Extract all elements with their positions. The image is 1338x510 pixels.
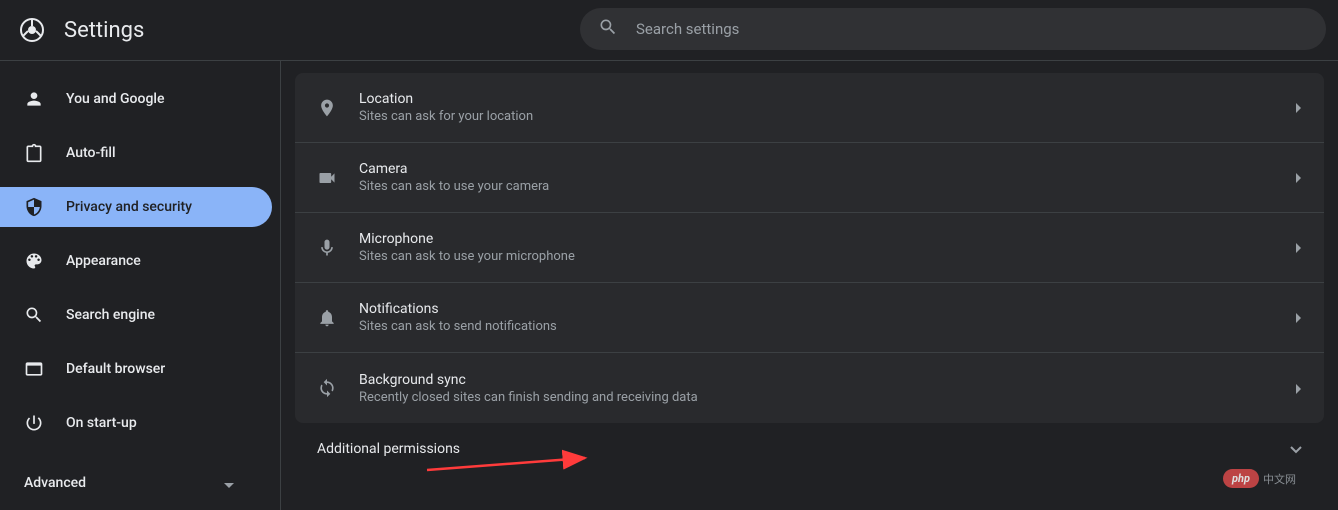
- permission-title: Camera: [359, 161, 1296, 177]
- chrome-icon: [20, 18, 44, 42]
- permission-title: Microphone: [359, 231, 1296, 247]
- sync-icon: [317, 378, 337, 398]
- watermark-pill: php: [1223, 469, 1259, 488]
- location-icon: [317, 98, 337, 118]
- permission-title: Background sync: [359, 372, 1296, 388]
- permission-text: Location Sites can ask for your location: [359, 91, 1296, 124]
- browser-icon: [24, 359, 44, 379]
- additional-permissions-toggle[interactable]: Additional permissions: [295, 423, 1324, 474]
- shield-icon: [24, 197, 44, 217]
- permission-title: Location: [359, 91, 1296, 107]
- header: Settings: [0, 0, 1338, 61]
- sidebar: You and Google Auto-fill Privacy and sec…: [0, 61, 280, 510]
- microphone-icon: [317, 238, 337, 258]
- chevron-right-icon: [1296, 379, 1302, 398]
- permission-desc: Sites can ask to use your camera: [359, 179, 1296, 194]
- chevron-right-icon: [1296, 308, 1302, 327]
- permission-row-location[interactable]: Location Sites can ask for your location: [295, 73, 1324, 143]
- permission-desc: Sites can ask to use your microphone: [359, 249, 1296, 264]
- permission-row-camera[interactable]: Camera Sites can ask to use your camera: [295, 143, 1324, 213]
- sidebar-item-label: You and Google: [66, 91, 164, 107]
- sidebar-item-label: Privacy and security: [66, 199, 192, 215]
- permission-text: Notifications Sites can ask to send noti…: [359, 301, 1296, 334]
- bell-icon: [317, 308, 337, 328]
- sidebar-item-appearance[interactable]: Appearance: [0, 241, 272, 281]
- chevron-right-icon: [1296, 98, 1302, 117]
- chevron-right-icon: [1296, 168, 1302, 187]
- search-icon: [598, 17, 636, 41]
- permission-text: Background sync Recently closed sites ca…: [359, 372, 1296, 405]
- palette-icon: [24, 251, 44, 271]
- sidebar-item-label: On start-up: [66, 415, 137, 431]
- page-title: Settings: [64, 18, 144, 43]
- sidebar-item-label: Search engine: [66, 307, 155, 323]
- permission-text: Microphone Sites can ask to use your mic…: [359, 231, 1296, 264]
- chevron-down-icon: [224, 474, 234, 493]
- search-bar[interactable]: [580, 8, 1326, 50]
- content-area: Location Sites can ask for your location…: [280, 61, 1338, 510]
- sidebar-item-on-startup[interactable]: On start-up: [0, 403, 272, 443]
- permission-text: Camera Sites can ask to use your camera: [359, 161, 1296, 194]
- sidebar-item-search-engine[interactable]: Search engine: [0, 295, 272, 335]
- permission-desc: Sites can ask for your location: [359, 109, 1296, 124]
- permissions-panel: Location Sites can ask for your location…: [295, 73, 1324, 423]
- sidebar-item-autofill[interactable]: Auto-fill: [0, 133, 272, 173]
- advanced-label: Advanced: [24, 475, 86, 491]
- clipboard-icon: [24, 143, 44, 163]
- watermark-text: 中文网: [1263, 471, 1296, 487]
- search-input[interactable]: [636, 20, 1308, 38]
- sidebar-item-privacy-security[interactable]: Privacy and security: [0, 187, 272, 227]
- sidebar-item-default-browser[interactable]: Default browser: [0, 349, 272, 389]
- permission-row-microphone[interactable]: Microphone Sites can ask to use your mic…: [295, 213, 1324, 283]
- permission-row-background-sync[interactable]: Background sync Recently closed sites ca…: [295, 353, 1324, 423]
- permission-title: Notifications: [359, 301, 1296, 317]
- camera-icon: [317, 168, 337, 188]
- sidebar-item-you-and-google[interactable]: You and Google: [0, 79, 272, 119]
- sidebar-item-label: Default browser: [66, 361, 165, 377]
- power-icon: [24, 413, 44, 433]
- sidebar-item-label: Appearance: [66, 253, 141, 269]
- permission-desc: Sites can ask to send notifications: [359, 319, 1296, 334]
- layout: You and Google Auto-fill Privacy and sec…: [0, 61, 1338, 510]
- additional-permissions-label: Additional permissions: [317, 441, 1290, 457]
- search-icon: [24, 305, 44, 325]
- watermark: php 中文网: [1223, 469, 1296, 488]
- sidebar-advanced-toggle[interactable]: Advanced: [0, 463, 258, 503]
- chevron-down-icon: [1290, 439, 1302, 458]
- permission-desc: Recently closed sites can finish sending…: [359, 390, 1296, 405]
- permission-row-notifications[interactable]: Notifications Sites can ask to send noti…: [295, 283, 1324, 353]
- chevron-right-icon: [1296, 238, 1302, 257]
- person-icon: [24, 89, 44, 109]
- sidebar-item-label: Auto-fill: [66, 145, 116, 161]
